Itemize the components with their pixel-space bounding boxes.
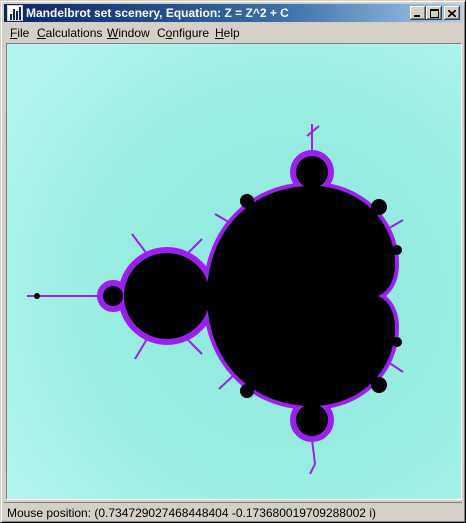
menu-help[interactable]: Help <box>215 26 240 40</box>
menu-configure[interactable]: Configure <box>157 26 209 40</box>
close-icon <box>448 9 456 17</box>
status-bar: Mouse position: (0.734729027468448404 -0… <box>4 502 462 521</box>
mouse-position-status: Mouse position: (0.734729027468448404 -0… <box>7 506 376 520</box>
app-icon[interactable] <box>7 5 23 21</box>
app-window: Mandelbrot set scenery, Equation: Z = Z^… <box>0 0 466 523</box>
menu-configure-pre: C <box>157 26 166 40</box>
set-bulb-main <box>124 253 210 339</box>
mandelbrot-image <box>7 44 461 499</box>
menu-configure-rest: nfigure <box>172 26 210 40</box>
maximize-icon <box>429 8 439 18</box>
minimize-icon <box>414 14 420 17</box>
title-bar[interactable]: Mandelbrot set scenery, Equation: Z = Z^… <box>4 4 462 22</box>
menu-help-rest: elp <box>223 26 240 40</box>
set-cardioid <box>207 185 395 407</box>
menu-file-rest: ile <box>17 26 30 40</box>
menu-window[interactable]: Window <box>107 26 150 40</box>
minimize-button[interactable] <box>410 6 426 20</box>
menu-bar: File Calculations Window Configure Help <box>4 23 462 42</box>
menu-window-rest: indow <box>118 26 150 40</box>
menu-file[interactable]: File <box>10 26 29 40</box>
menu-calculations[interactable]: Calculations <box>37 26 102 40</box>
window-title: Mandelbrot set scenery, Equation: Z = Z^… <box>26 6 289 20</box>
close-button[interactable] <box>444 6 460 20</box>
maximize-button[interactable] <box>426 6 442 20</box>
fractal-canvas[interactable] <box>6 43 462 500</box>
menu-calculations-rest: alculations <box>45 26 103 40</box>
